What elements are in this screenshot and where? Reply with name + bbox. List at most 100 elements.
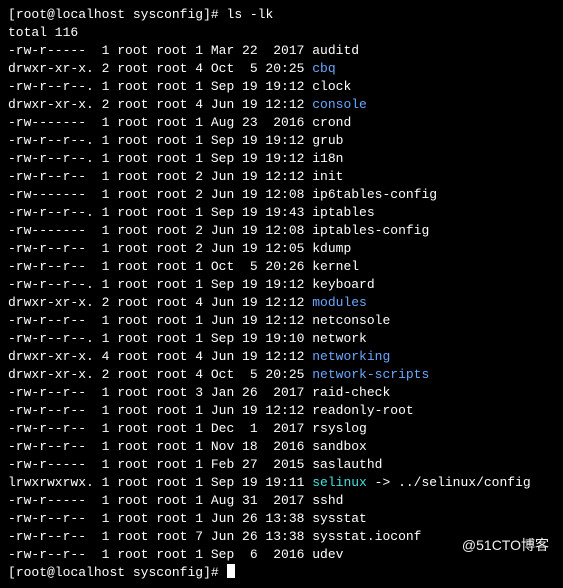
day: 19 (242, 186, 258, 204)
filename: kernel (312, 259, 359, 274)
month: Jun (211, 402, 242, 420)
perm: -rw------- (8, 114, 94, 132)
link-target: -> ../selinux/config (367, 475, 531, 490)
owner: root (117, 384, 156, 402)
month: Sep (211, 78, 242, 96)
list-item: -rw-r--r-- 1 rootroot1 Dec12017 rsyslog (8, 420, 555, 438)
month: Jun (211, 186, 242, 204)
group: root (156, 384, 195, 402)
size: 1 (195, 546, 203, 564)
month: Jan (211, 384, 242, 402)
day: 19 (242, 240, 258, 258)
time: 20:25 (258, 60, 305, 78)
owner: root (117, 456, 156, 474)
time: 13:38 (258, 528, 305, 546)
month: Jun (211, 528, 242, 546)
perm: -rw-r----- (8, 492, 94, 510)
owner: root (117, 528, 156, 546)
size: 1 (195, 78, 203, 96)
filename: saslauthd (312, 457, 382, 472)
month: Oct (211, 258, 242, 276)
filename: netconsole (312, 313, 390, 328)
perm: -rw-r--r-- (8, 420, 94, 438)
owner: root (117, 60, 156, 78)
list-item: -rw-r--r-- 1 rootroot3 Jan262017 raid-ch… (8, 384, 555, 402)
day: 26 (242, 384, 258, 402)
month: Sep (211, 150, 242, 168)
list-item: drwxr-xr-x. 2 rootroot4 Oct520:25 cbq (8, 60, 555, 78)
month: Sep (211, 132, 242, 150)
owner: root (117, 150, 156, 168)
list-item: -rw-r--r-- 1 rootroot2 Jun1912:05 kdump (8, 240, 555, 258)
prompt-line-2[interactable]: [root@localhost sysconfig]# (8, 564, 555, 582)
total-line: total 116 (8, 24, 555, 42)
perm: -rw-r----- (8, 42, 94, 60)
perm: -rw-r--r-- (8, 240, 94, 258)
perm: -rw------- (8, 222, 94, 240)
size: 2 (195, 222, 203, 240)
day: 19 (242, 348, 258, 366)
perm: -rw-r--r-- (8, 258, 94, 276)
size: 1 (195, 204, 203, 222)
time: 13:38 (258, 510, 305, 528)
filename: init (312, 169, 343, 184)
size: 1 (195, 492, 203, 510)
group: root (156, 438, 195, 456)
list-item: -rw-r--r--. 1 rootroot1 Sep1919:12 keybo… (8, 276, 555, 294)
links: 2 (102, 294, 110, 312)
list-item: -rw------- 1 rootroot2 Jun1912:08 iptabl… (8, 222, 555, 240)
month: Jun (211, 222, 242, 240)
size: 1 (195, 474, 203, 492)
owner: root (117, 474, 156, 492)
time: 19:12 (258, 78, 305, 96)
perm: -rw-r--r--. (8, 204, 94, 222)
group: root (156, 528, 195, 546)
size: 2 (195, 168, 203, 186)
filename: sysstat.ioconf (312, 529, 421, 544)
time: 2017 (258, 420, 305, 438)
time: 12:12 (258, 294, 305, 312)
owner: root (117, 546, 156, 564)
perm: drwxr-xr-x. (8, 60, 94, 78)
time: 19:12 (258, 132, 305, 150)
time: 20:25 (258, 366, 305, 384)
list-item: -rw-r--r-- 1 rootroot1 Jun1912:12 readon… (8, 402, 555, 420)
prompt-user: root (16, 7, 47, 22)
size: 4 (195, 348, 203, 366)
list-item: -rw-r--r-- 1 rootroot1 Jun2613:38 syssta… (8, 510, 555, 528)
links: 1 (102, 528, 110, 546)
filename: readonly-root (312, 403, 413, 418)
time: 12:08 (258, 186, 305, 204)
links: 1 (102, 114, 110, 132)
filename: ip6tables-config (312, 187, 437, 202)
day: 19 (242, 96, 258, 114)
owner: root (117, 330, 156, 348)
perm: -rw-r--r--. (8, 132, 94, 150)
time: 19:43 (258, 204, 305, 222)
time: 20:26 (258, 258, 305, 276)
owner: root (117, 96, 156, 114)
day: 23 (242, 114, 258, 132)
prompt-line[interactable]: [root@localhost sysconfig]# ls -lk (8, 6, 555, 24)
owner: root (117, 276, 156, 294)
day: 26 (242, 510, 258, 528)
time: 2016 (258, 438, 305, 456)
group: root (156, 312, 195, 330)
links: 1 (102, 474, 110, 492)
month: Jun (211, 294, 242, 312)
list-item: drwxr-xr-x. 2 rootroot4 Jun1912:12 conso… (8, 96, 555, 114)
group: root (156, 204, 195, 222)
cursor-icon (227, 564, 235, 578)
links: 1 (102, 438, 110, 456)
time: 12:12 (258, 312, 305, 330)
month: Jun (211, 240, 242, 258)
size: 3 (195, 384, 203, 402)
links: 1 (102, 330, 110, 348)
links: 1 (102, 258, 110, 276)
time: 12:08 (258, 222, 305, 240)
size: 1 (195, 438, 203, 456)
group: root (156, 294, 195, 312)
links: 1 (102, 42, 110, 60)
group: root (156, 402, 195, 420)
size: 7 (195, 528, 203, 546)
